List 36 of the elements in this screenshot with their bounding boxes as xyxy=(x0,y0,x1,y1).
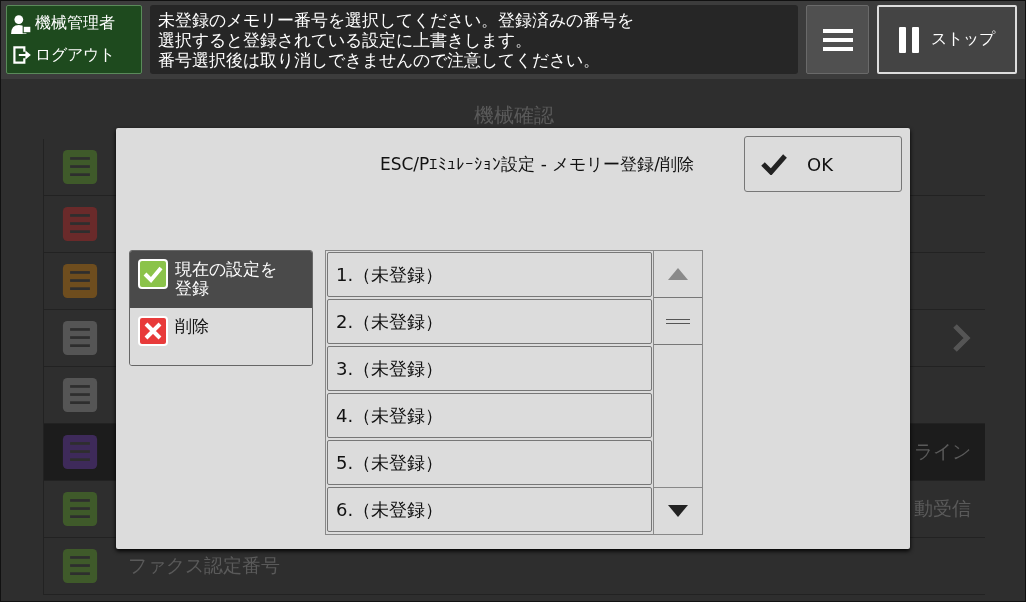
list-icon xyxy=(62,377,98,413)
list-icon xyxy=(62,491,98,527)
user-icon xyxy=(10,12,32,35)
instruction-text: 未登録のメモリー番号を選択してください。登録済みの番号を xyxy=(158,10,635,30)
role-label: 機械管理者 xyxy=(35,13,115,35)
list-icon xyxy=(62,434,98,470)
menu-button[interactable] xyxy=(806,5,869,74)
list-icon xyxy=(62,149,98,185)
list-icon xyxy=(62,206,98,242)
stop-button[interactable]: ストップ xyxy=(877,5,1017,74)
memory-slot-button[interactable]: 2.（未登録） xyxy=(327,299,652,344)
memory-slot-button[interactable]: 1.（未登録） xyxy=(327,252,652,297)
list-icon xyxy=(62,320,98,356)
instruction-text: 選択すると登録されている設定に上書きします。 xyxy=(158,30,533,50)
ok-button[interactable]: OK xyxy=(744,136,902,192)
scroll-down-icon[interactable] xyxy=(667,504,689,518)
logout-icon xyxy=(10,44,32,67)
logout-button[interactable]: ログアウト xyxy=(10,44,138,67)
memory-slot-button[interactable]: 4.（未登録） xyxy=(327,393,652,438)
checkmark-icon xyxy=(138,259,168,289)
checkmark-icon xyxy=(761,153,787,175)
menu-icon xyxy=(822,28,853,51)
list-icon xyxy=(62,263,98,299)
dialog-title: ESC/Pｴﾐｭﾚｰｼｮﾝ設定 - メモリー登録/削除 xyxy=(379,152,694,176)
cross-icon xyxy=(138,316,168,346)
list-icon xyxy=(62,548,98,584)
pause-icon xyxy=(899,26,919,53)
row-label: ライン xyxy=(914,439,971,464)
memory-slot-button[interactable]: 3.（未登録） xyxy=(327,346,652,391)
memory-slot-button[interactable]: 5.（未登録） xyxy=(327,440,652,485)
mode-option[interactable]: 現在の設定を登録 xyxy=(130,251,312,308)
scrollbar[interactable] xyxy=(653,251,702,534)
scroll-up-icon[interactable] xyxy=(667,267,689,281)
memory-slot-button[interactable]: 6.（未登録） xyxy=(327,487,652,532)
scroll-thumb[interactable] xyxy=(654,297,702,345)
instruction-text: 番号選択後は取り消しできませんので注意してください。 xyxy=(158,50,601,70)
